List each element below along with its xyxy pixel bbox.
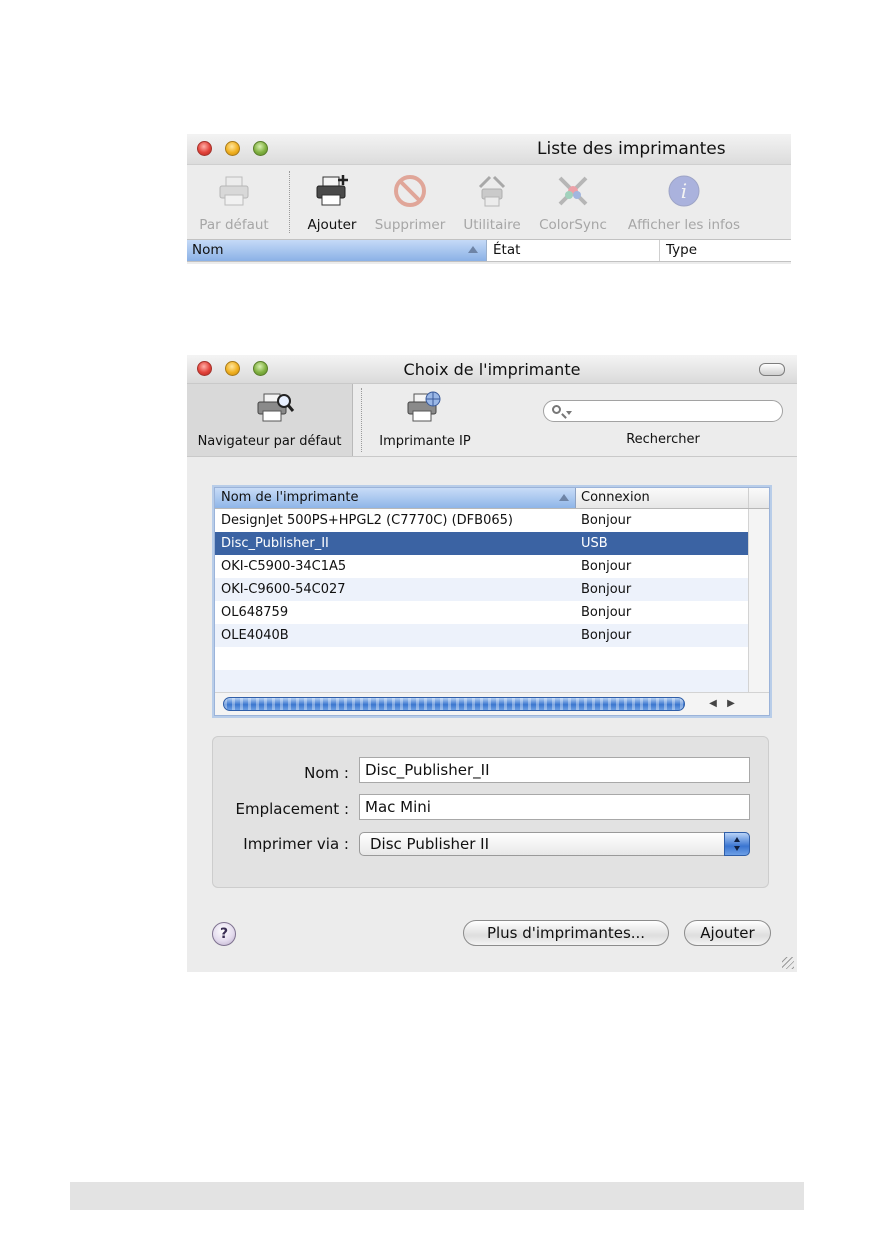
ip-printer-label: Imprimante IP <box>379 434 471 449</box>
resize-grip-icon[interactable] <box>782 957 794 969</box>
colorsync-icon <box>558 176 588 206</box>
printer-list-titlebar: Liste des imprimantes <box>187 134 791 165</box>
printer-name-cell: DesignJet 500PS+HPGL2 (C7770C) (DFB065) <box>221 513 513 528</box>
close-window-button[interactable] <box>197 141 212 156</box>
printer-list-window: Liste des imprimantes Par défaut Ajouter <box>187 134 791 264</box>
empty-row <box>215 647 749 670</box>
scroll-left-arrow-icon[interactable]: ◀ <box>705 697 721 711</box>
print-via-label: Imprimer via : <box>243 835 349 853</box>
printer-name-cell: OLE4040B <box>221 628 289 643</box>
printer-chooser-window: Choix de l'imprimante Navigateur par déf… <box>187 355 797 972</box>
toolbar-label: Supprimer <box>374 217 446 233</box>
table-row[interactable]: OKI-C9600-54C027 Bonjour <box>215 578 749 601</box>
printer-chooser-titlebar: Choix de l'imprimante <box>187 355 797 384</box>
info-icon: i <box>668 175 700 207</box>
search-field[interactable] <box>543 400 783 422</box>
print-via-value: Disc Publisher II <box>370 835 490 853</box>
column-connection-label: Connexion <box>581 490 650 505</box>
printer-name-cell: Disc_Publisher_II <box>221 536 329 551</box>
connection-cell: Bonjour <box>581 605 632 620</box>
add-button[interactable]: Ajouter <box>684 920 771 946</box>
column-connection-header[interactable]: Connexion <box>576 488 749 508</box>
connection-cell: Bonjour <box>581 559 632 574</box>
column-printer-name-header[interactable]: Nom de l'imprimante <box>215 488 576 508</box>
toolbar-toggle-button[interactable] <box>759 363 785 376</box>
toolbar-delete-button[interactable]: Supprimer <box>369 165 451 239</box>
printer-list-toolbar: Par défaut Ajouter Supprimer Utilitaire … <box>187 165 791 239</box>
table-row[interactable]: OL648759 Bonjour <box>215 601 749 624</box>
location-field[interactable]: Mac Mini <box>359 794 750 820</box>
svg-text:i: i <box>681 179 687 203</box>
name-field[interactable]: Disc_Publisher_II <box>359 757 750 783</box>
printer-details-group: Nom : Disc_Publisher_II Emplacement : Ma… <box>212 736 769 888</box>
utility-tools-icon <box>478 175 506 207</box>
printer-magnifier-icon <box>257 393 295 422</box>
table-row[interactable]: DesignJet 500PS+HPGL2 (C7770C) (DFB065) … <box>215 509 749 532</box>
popup-arrows-icon <box>724 832 750 856</box>
connection-cell: USB <box>581 536 608 551</box>
location-label: Emplacement : <box>235 800 350 818</box>
table-row[interactable]: OLE4040B Bonjour <box>215 624 749 647</box>
printer-chooser-toolbar: Navigateur par défaut Imprimante IP Rech… <box>187 384 797 457</box>
horizontal-scroll-thumb[interactable] <box>223 697 685 711</box>
scroll-right-arrow-icon[interactable]: ▶ <box>723 697 739 711</box>
default-browser-button[interactable]: Navigateur par défaut <box>187 384 353 456</box>
toolbar-label: Par défaut <box>199 217 269 233</box>
ip-printer-icon <box>407 391 441 422</box>
horizontal-scrollbar[interactable]: ◀ ▶ <box>215 692 769 715</box>
toolbar-default-button[interactable]: Par défaut <box>189 165 279 239</box>
search-label: Rechercher <box>626 432 700 447</box>
toolbar-add-button[interactable]: Ajouter <box>297 165 367 239</box>
ip-printer-button[interactable]: Imprimante IP <box>371 384 479 456</box>
more-printers-button[interactable]: Plus d'imprimantes... <box>463 920 669 946</box>
empty-row <box>215 670 749 693</box>
column-state-header[interactable]: État <box>488 240 660 261</box>
column-printer-name-label: Nom de l'imprimante <box>221 490 359 505</box>
toolbar-label: Afficher les infos <box>627 217 741 233</box>
printer-name-cell: OL648759 <box>221 605 289 620</box>
toolbar-colorsync-button[interactable]: ColorSync <box>533 165 613 239</box>
printer-default-icon <box>219 176 249 206</box>
connection-cell: Bonjour <box>581 582 632 597</box>
help-button[interactable]: ? <box>212 922 236 946</box>
toolbar-label: ColorSync <box>539 217 607 233</box>
search-menu-chevron-icon <box>566 411 572 415</box>
table-row-selected[interactable]: Disc_Publisher_II USB <box>215 532 749 555</box>
minimize-window-button[interactable] <box>225 141 240 156</box>
window-title: Liste des imprimantes <box>537 139 726 159</box>
print-via-popup[interactable]: Disc Publisher II <box>359 832 750 856</box>
column-type-label: Type <box>666 242 698 258</box>
connection-cell: Bonjour <box>581 628 632 643</box>
printer-add-icon <box>316 175 348 206</box>
column-type-header[interactable]: Type <box>661 240 791 261</box>
toolbar-utility-button[interactable]: Utilitaire <box>457 165 527 239</box>
toolbar-info-button[interactable]: i Afficher les infos <box>619 165 749 239</box>
printer-name-cell: OKI-C5900-34C1A5 <box>221 559 347 574</box>
toolbar-separator <box>361 388 362 452</box>
toolbar-label: Utilitaire <box>463 217 521 233</box>
table-row[interactable]: OKI-C5900-34C1A5 Bonjour <box>215 555 749 578</box>
printer-name-cell: OKI-C9600-54C027 <box>221 582 346 597</box>
toolbar-separator <box>289 171 290 233</box>
printer-list-header: Nom État Type <box>187 239 791 262</box>
zoom-window-button[interactable] <box>253 141 268 156</box>
connection-cell: Bonjour <box>581 513 632 528</box>
name-label: Nom : <box>304 764 349 782</box>
printer-table-header: Nom de l'imprimante Connexion <box>215 488 769 509</box>
printer-rows: DesignJet 500PS+HPGL2 (C7770C) (DFB065) … <box>215 509 749 693</box>
search-icon <box>552 405 561 414</box>
default-browser-label: Navigateur par défaut <box>197 434 342 449</box>
printer-table: Nom de l'imprimante Connexion DesignJet … <box>214 487 770 716</box>
window-title: Choix de l'imprimante <box>403 360 581 379</box>
sort-ascending-icon <box>559 494 569 501</box>
column-name-header[interactable]: Nom <box>187 240 487 261</box>
page-footer-bar <box>70 1182 804 1210</box>
delete-icon <box>394 175 426 207</box>
column-state-label: État <box>493 242 521 258</box>
sort-ascending-icon <box>468 246 478 253</box>
toolbar-label: Ajouter <box>307 217 357 233</box>
vertical-scrollbar[interactable] <box>748 509 769 692</box>
column-name-label: Nom <box>192 242 224 258</box>
